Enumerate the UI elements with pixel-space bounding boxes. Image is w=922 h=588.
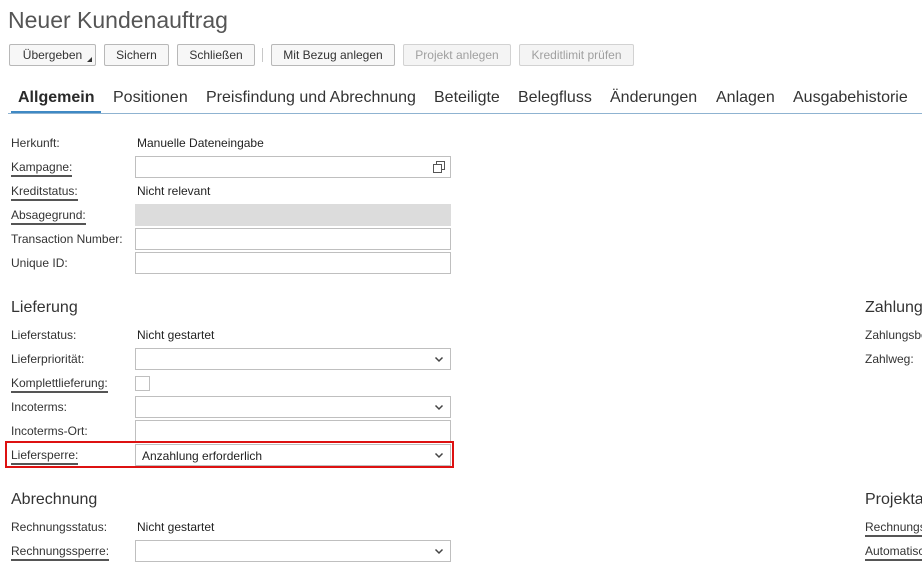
billing-heading: Abrechnung [11, 491, 98, 508]
origin-value: Manuelle Dateneingabe [137, 136, 264, 150]
credit-status-label: Kreditstatus: [11, 184, 78, 201]
rejection-reason-label: Absagegrund: [11, 208, 86, 225]
delivery-priority-select[interactable] [135, 348, 451, 370]
page-title: Neuer Kundenauftrag [8, 7, 228, 33]
delivery-priority-label: Lieferpriorität: [11, 352, 85, 366]
tab-baseline [8, 113, 922, 114]
complete-delivery-label: Komplettlieferung: [11, 376, 108, 393]
project-billing-label: Rechnungs [865, 520, 922, 537]
tab-anlagen[interactable]: Anlagen [716, 89, 775, 107]
unique-id-input[interactable] [135, 252, 451, 274]
create-with-reference-button[interactable]: Mit Bezug anlegen [271, 44, 395, 66]
payment-heading: Zahlung [865, 299, 922, 316]
tab-positionen[interactable]: Positionen [113, 89, 188, 107]
chevron-down-icon [434, 404, 444, 411]
tab-preisfindung[interactable]: Preisfindung und Abrechnung [206, 89, 416, 107]
project-heading: Projekta [865, 491, 922, 508]
save-button[interactable]: Sichern [104, 44, 169, 66]
delivery-block-select[interactable]: Anzahlung erforderlich [135, 444, 451, 466]
tab-ausgabehistorie[interactable]: Ausgabehistorie [793, 89, 908, 107]
delivery-status-value: Nicht gestartet [137, 328, 215, 342]
incoterms-location-label: Incoterms-Ort: [11, 424, 88, 438]
delivery-block-value: Anzahlung erforderlich [142, 449, 263, 463]
incoterms-select[interactable] [135, 396, 451, 418]
tab-beteiligte[interactable]: Beteiligte [434, 89, 500, 107]
delivery-status-label: Lieferstatus: [11, 328, 77, 342]
unique-id-label: Unique ID: [11, 256, 68, 270]
delivery-heading: Lieferung [11, 299, 78, 316]
billing-block-label: Rechnungssperre: [11, 544, 110, 561]
incoterms-label: Incoterms: [11, 400, 68, 414]
transaction-number-label: Transaction Number: [11, 232, 123, 246]
project-automatic-label: Automatisc [865, 544, 922, 561]
payment-terms-label: Zahlungsbe [865, 328, 922, 342]
transaction-number-input[interactable] [135, 228, 451, 250]
value-help-icon[interactable] [433, 161, 445, 173]
credit-status-value: Nicht relevant [137, 184, 211, 198]
delivery-block-label: Liefersperre: [11, 448, 79, 465]
rejection-reason-field [135, 204, 451, 226]
tab-allgemein[interactable]: Allgemein [10, 89, 102, 114]
submit-button-label: Übergeben [22, 48, 83, 62]
chevron-down-icon [434, 548, 444, 555]
toolbar-separator [262, 48, 263, 62]
billing-status-value: Nicht gestartet [137, 520, 215, 534]
check-credit-limit-button[interactable]: Kreditlimit prüfen [519, 44, 634, 66]
complete-delivery-checkbox[interactable] [135, 376, 150, 391]
campaign-input[interactable] [135, 156, 451, 178]
submit-button[interactable]: Übergeben [9, 44, 96, 66]
chevron-down-icon [434, 356, 444, 363]
payment-method-label: Zahlweg: [865, 352, 914, 366]
close-button[interactable]: Schließen [177, 44, 255, 66]
create-project-button[interactable]: Projekt anlegen [403, 44, 511, 66]
dropdown-triangle-icon [87, 57, 92, 62]
incoterms-location-input[interactable] [135, 420, 451, 442]
tab-bar: Allgemein Positionen Preisfindung und Ab… [8, 86, 922, 116]
billing-status-label: Rechnungsstatus: [11, 520, 108, 534]
billing-block-select[interactable] [135, 540, 451, 562]
tab-aenderungen[interactable]: Änderungen [610, 89, 697, 107]
origin-label: Herkunft: [11, 136, 60, 150]
tab-belegfluss[interactable]: Belegfluss [518, 89, 592, 107]
campaign-label: Kampagne: [11, 160, 73, 177]
chevron-down-icon [434, 452, 444, 459]
